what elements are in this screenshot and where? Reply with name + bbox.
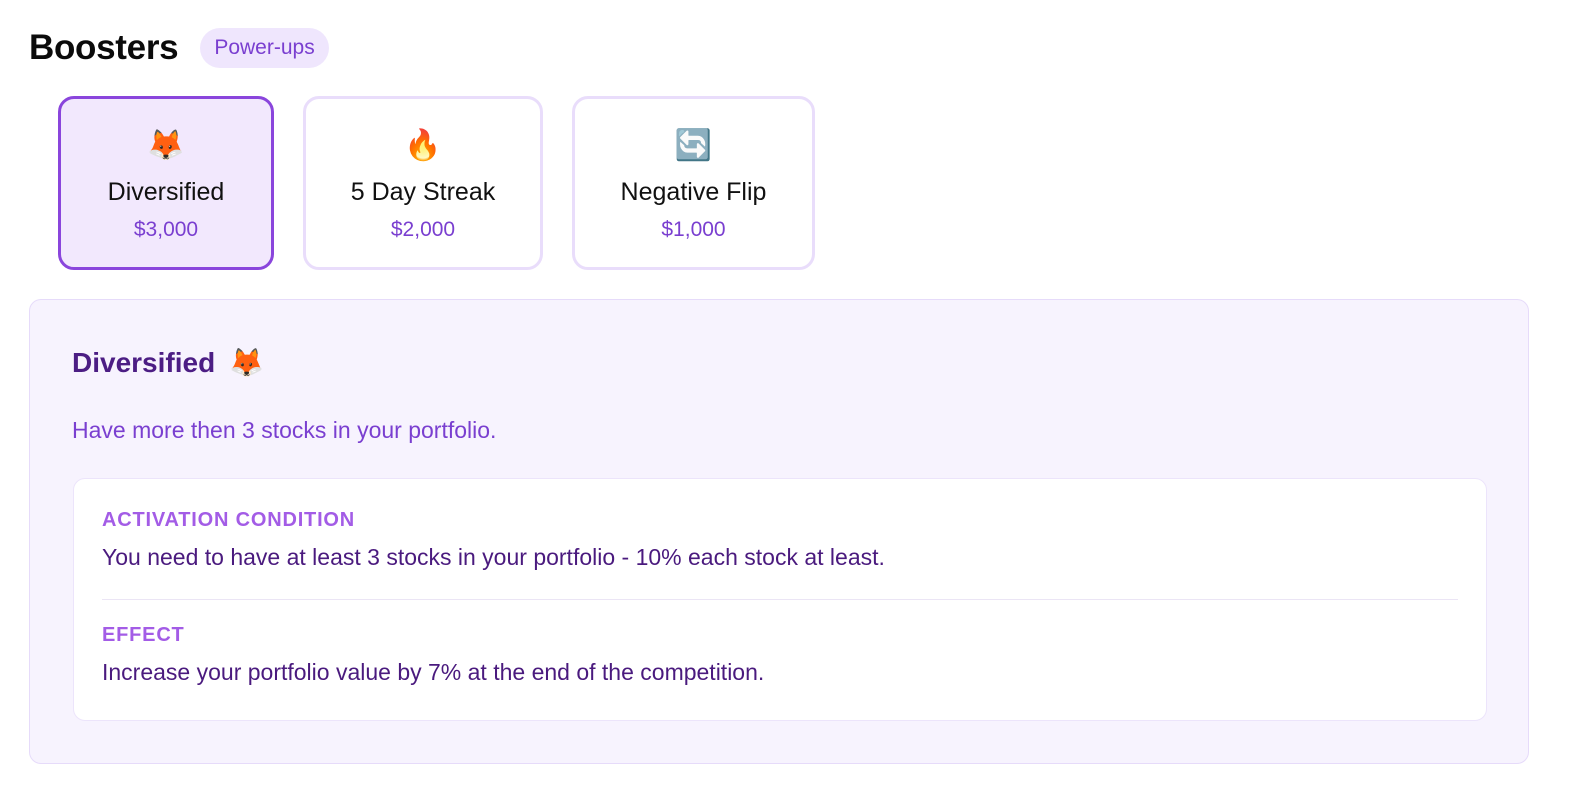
fox-icon: 🦊 xyxy=(147,129,185,162)
booster-card-diversified[interactable]: 🦊 Diversified $3,000 xyxy=(58,96,274,270)
flip-arrows-icon: 🔄 xyxy=(674,129,713,162)
detail-description: Have more then 3 stocks in your portfoli… xyxy=(72,417,497,443)
page-header: Boosters Power-ups xyxy=(29,28,329,68)
booster-name: Negative Flip xyxy=(620,178,767,206)
effect-text: Increase your portfolio value by 7% at t… xyxy=(102,659,765,685)
activation-condition-label: ACTIVATION CONDITION xyxy=(102,509,356,531)
booster-price: $3,000 xyxy=(133,218,199,241)
power-ups-badge: Power-ups xyxy=(200,28,329,68)
booster-price: $1,000 xyxy=(661,218,726,241)
booster-name: 5 Day Streak xyxy=(350,178,496,206)
page-title: Boosters xyxy=(29,28,179,67)
fire-icon: 🔥 xyxy=(404,129,442,162)
activation-condition-text: You need to have at least 3 stocks in yo… xyxy=(102,544,885,570)
activation-condition-section: ACTIVATION CONDITION You need to have at… xyxy=(102,509,1458,571)
booster-price: $2,000 xyxy=(390,218,456,241)
effect-label: EFFECT xyxy=(102,624,185,646)
detail-heading: Diversified 🦊 xyxy=(72,346,264,379)
divider xyxy=(102,599,1458,600)
effect-section: EFFECT Increase your portfolio value by … xyxy=(102,624,1458,686)
booster-card-negative-flip[interactable]: 🔄 Negative Flip $1,000 xyxy=(572,96,815,270)
detail-title: Diversified xyxy=(72,346,216,378)
booster-cards: 🦊 Diversified $3,000 🔥 5 Day Streak $2,0… xyxy=(58,96,815,270)
booster-name: Diversified xyxy=(107,178,225,206)
booster-card-5-day-streak[interactable]: 🔥 5 Day Streak $2,000 xyxy=(303,96,543,270)
detail-info-box: ACTIVATION CONDITION You need to have at… xyxy=(73,478,1487,721)
booster-detail-panel: Diversified 🦊 Have more then 3 stocks in… xyxy=(29,299,1529,764)
fox-icon: 🦊 xyxy=(229,347,265,378)
